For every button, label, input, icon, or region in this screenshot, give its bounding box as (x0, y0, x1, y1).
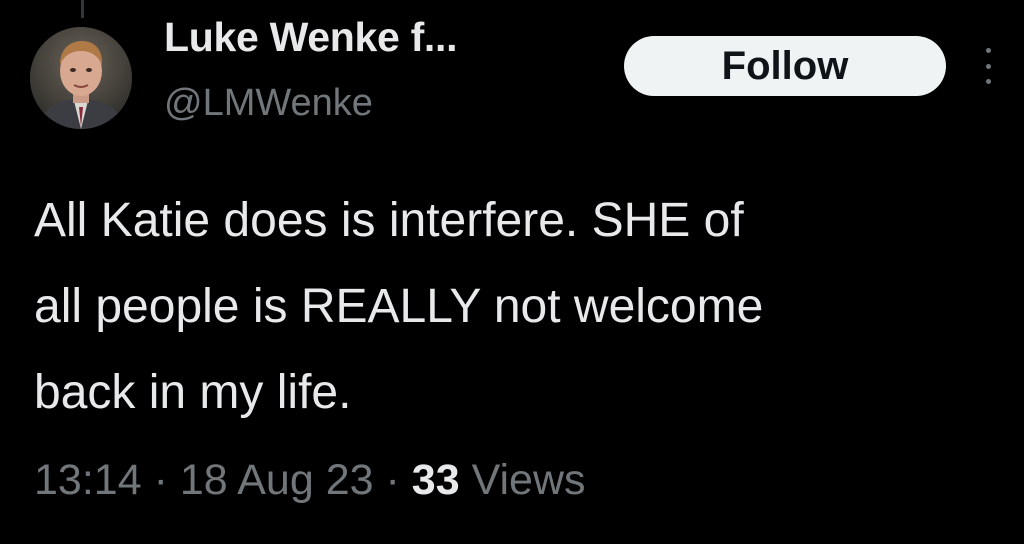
more-icon-dot (985, 63, 991, 69)
views-label[interactable]: Views (472, 456, 586, 504)
avatar-photo (30, 27, 132, 129)
meta-separator: · (153, 456, 168, 504)
meta-separator: · (385, 456, 400, 504)
follow-button[interactable]: Follow (624, 36, 946, 96)
tweet-time[interactable]: 13:14 (34, 456, 142, 504)
avatar[interactable] (30, 27, 132, 129)
author-handle[interactable]: @LMWenke (164, 82, 373, 125)
tweet-text: All Katie does is interfere. SHE of all … (34, 194, 764, 419)
more-icon-dot (985, 79, 991, 84)
thread-connector-line (81, 0, 84, 18)
author-display-name[interactable]: Luke Wenke f... (164, 14, 458, 61)
more-icon-dot (985, 48, 991, 53)
more-vertical-icon[interactable] (978, 48, 998, 84)
tweet-date[interactable]: 18 Aug 23 (180, 456, 374, 504)
tweet-meta: 13:14 · 18 Aug 23 · 33 Views (34, 456, 586, 505)
views-count[interactable]: 33 (412, 456, 460, 504)
